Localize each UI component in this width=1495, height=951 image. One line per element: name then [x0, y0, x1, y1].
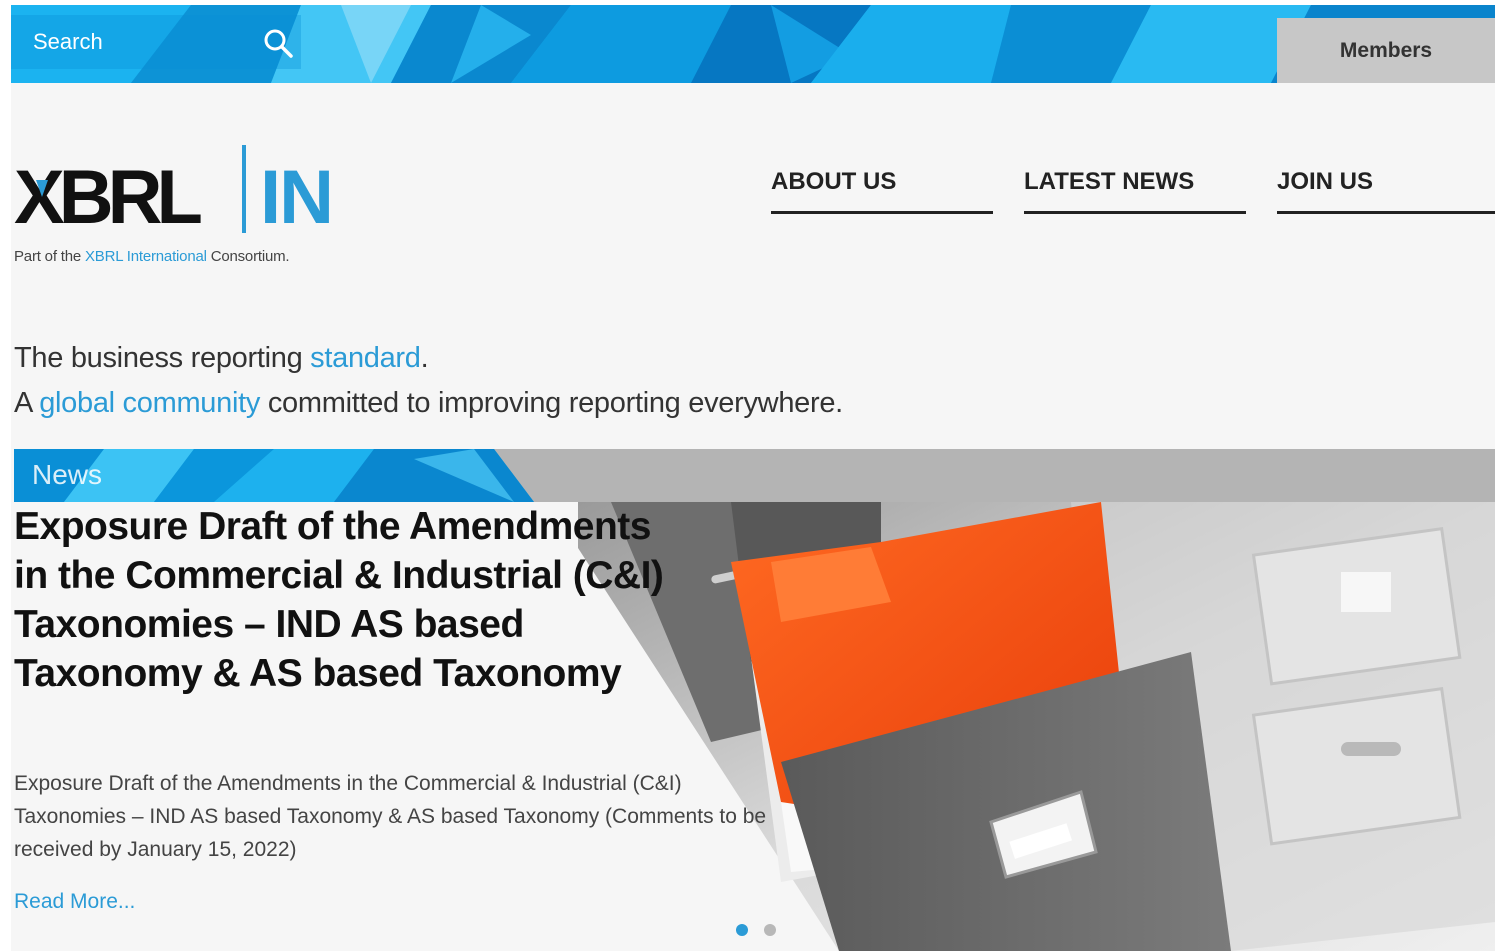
carousel-dot-2[interactable] — [764, 924, 776, 936]
standard-link[interactable]: standard — [310, 342, 421, 374]
news-headline[interactable]: Exposure Draft of the Amendments in the … — [14, 502, 674, 698]
global-community-link[interactable]: global community — [39, 387, 260, 419]
members-button[interactable]: Members — [1277, 18, 1495, 83]
search-icon[interactable] — [262, 27, 294, 59]
hero-line-1: The business reporting standard. — [14, 342, 429, 374]
search-box — [11, 15, 301, 69]
nav-join-us[interactable]: JOIN US — [1277, 165, 1495, 214]
news-banner-background — [14, 449, 1495, 502]
nav-about-us[interactable]: ABOUT US — [771, 165, 993, 214]
hero-line-2: A global community committed to improvin… — [14, 387, 843, 419]
logo-tagline: Part of the XBRL International Consortiu… — [14, 248, 290, 265]
main-nav: ABOUT US LATEST NEWS JOIN US — [771, 165, 1495, 215]
top-bar: Members — [11, 5, 1495, 83]
carousel-dot-1[interactable] — [736, 924, 748, 936]
nav-latest-news[interactable]: LATEST NEWS — [1024, 165, 1246, 214]
xbrl-international-link[interactable]: XBRL International — [85, 248, 207, 265]
news-section-banner: News — [14, 449, 1495, 502]
logo-text-right: IN — [260, 155, 332, 235]
read-more-link[interactable]: Read More... — [14, 890, 135, 914]
page: Members XBRL IN Part of the XBRL Interna… — [11, 5, 1495, 951]
news-summary: Exposure Draft of the Amendments in the … — [14, 772, 767, 861]
search-input[interactable] — [31, 21, 255, 63]
xbrl-in-logo[interactable]: XBRL IN — [14, 145, 384, 235]
news-section-label: News — [32, 459, 103, 490]
